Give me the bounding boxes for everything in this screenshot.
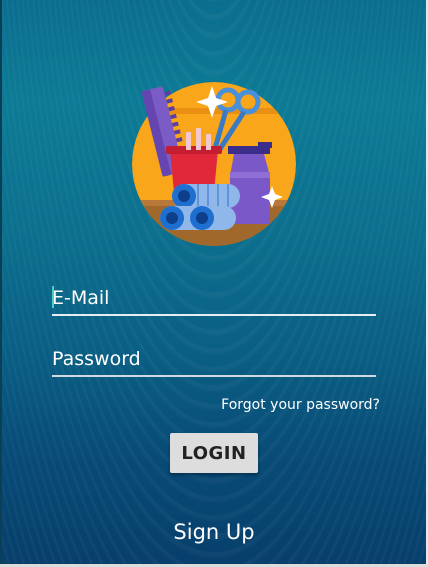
login-screen: Forgot your password? LOGIN Sign Up [0,0,428,567]
email-input[interactable] [52,284,376,312]
forgot-password-link[interactable]: Forgot your password? [221,397,380,413]
password-input[interactable] [52,345,376,373]
salon-logo-icon [132,82,296,246]
signup-link[interactable]: Sign Up [0,520,428,544]
password-field[interactable] [52,345,376,377]
login-button[interactable]: LOGIN [170,433,258,473]
window-edge-left [0,0,2,567]
text-caret [52,286,54,308]
email-field[interactable] [52,284,376,316]
